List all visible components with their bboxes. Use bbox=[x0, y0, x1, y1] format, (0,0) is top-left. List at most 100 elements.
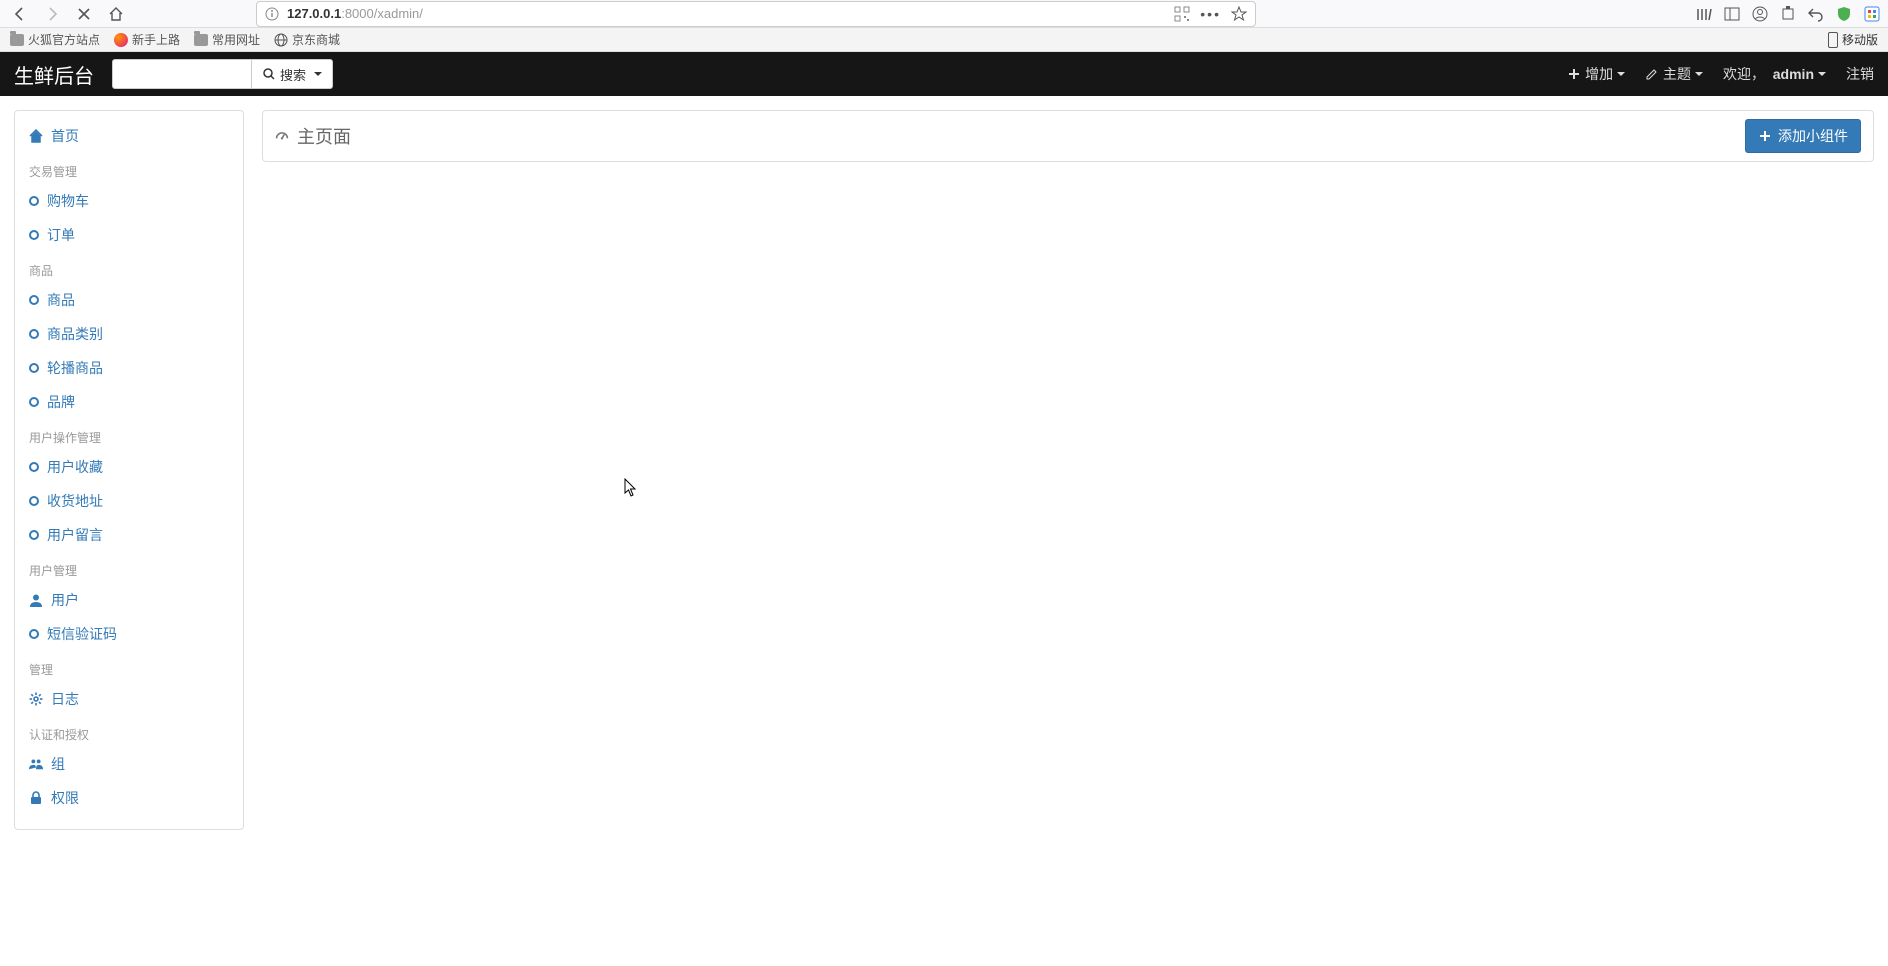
sidebar-item-label: 短信验证码 bbox=[47, 624, 117, 644]
bookmark-bar: 火狐官方站点 新手上路 常用网址 京东商城 移动版 bbox=[0, 28, 1888, 52]
sidebar-item[interactable]: 权限 bbox=[15, 781, 243, 815]
qr-icon[interactable] bbox=[1174, 6, 1190, 22]
nav-theme[interactable]: 主题 bbox=[1645, 64, 1703, 84]
sidebar-item-label: 商品 bbox=[47, 290, 75, 310]
dashboard-icon bbox=[275, 129, 289, 143]
sidebar-item-label: 用户 bbox=[51, 590, 79, 610]
url-text: 127.0.0.1:8000/xadmin/ bbox=[287, 6, 423, 21]
more-icon[interactable]: ••• bbox=[1200, 6, 1221, 22]
mobile-icon bbox=[1828, 32, 1838, 48]
circle-icon bbox=[29, 397, 39, 407]
firefox-icon bbox=[114, 33, 128, 47]
search-group: 搜索 bbox=[112, 59, 333, 89]
group-icon bbox=[29, 757, 43, 771]
panel-header: 主页面 添加小组件 bbox=[262, 110, 1874, 162]
account-icon[interactable] bbox=[1752, 6, 1768, 22]
sidebar-item-label: 品牌 bbox=[47, 392, 75, 412]
nav-right: 增加 主题 欢迎， admin 注销 bbox=[1567, 64, 1874, 84]
globe-icon bbox=[274, 33, 288, 47]
sidebar-item[interactable]: 组 bbox=[15, 747, 243, 781]
sidebar: 首页 交易管理购物车订单商品商品商品类别轮播商品品牌用户操作管理用户收藏收货地址… bbox=[14, 110, 244, 830]
sidebar-home[interactable]: 首页 bbox=[15, 119, 243, 153]
sidebar-item-label: 收货地址 bbox=[47, 491, 103, 511]
folder-icon bbox=[10, 34, 24, 46]
undo-icon[interactable] bbox=[1808, 6, 1824, 22]
sidebar-item[interactable]: 商品类别 bbox=[15, 317, 243, 351]
sidebar-item[interactable]: 购物车 bbox=[15, 184, 243, 218]
sidebar-item[interactable]: 日志 bbox=[15, 682, 243, 716]
sidebar-heading: 用户操作管理 bbox=[15, 419, 243, 450]
sidebar-item[interactable]: 用户 bbox=[15, 583, 243, 617]
info-icon bbox=[265, 7, 279, 21]
shield-icon[interactable] bbox=[1836, 6, 1852, 22]
gear-icon bbox=[29, 692, 43, 706]
sidebar-item[interactable]: 订单 bbox=[15, 218, 243, 252]
sidebar-item[interactable]: 收货地址 bbox=[15, 484, 243, 518]
sidebar-item-label: 轮播商品 bbox=[47, 358, 103, 378]
sidebar-item-label: 日志 bbox=[51, 689, 79, 709]
sidebar-toggle-icon[interactable] bbox=[1724, 6, 1740, 22]
sidebar-item-label: 用户留言 bbox=[47, 525, 103, 545]
bookmark-firefox-official[interactable]: 火狐官方站点 bbox=[10, 31, 100, 48]
page-title: 主页面 bbox=[297, 123, 351, 149]
toolbar-right bbox=[1696, 6, 1880, 22]
circle-icon bbox=[29, 230, 39, 240]
address-bar[interactable]: 127.0.0.1:8000/xadmin/ ••• bbox=[256, 1, 1256, 27]
search-button[interactable]: 搜索 bbox=[252, 59, 333, 89]
library-icon[interactable] bbox=[1696, 6, 1712, 22]
circle-icon bbox=[29, 363, 39, 373]
sidebar-item[interactable]: 品牌 bbox=[15, 385, 243, 419]
back-icon[interactable] bbox=[8, 2, 32, 26]
page: 首页 交易管理购物车订单商品商品商品类别轮播商品品牌用户操作管理用户收藏收货地址… bbox=[0, 96, 1888, 844]
bookmark-jd[interactable]: 京东商城 bbox=[274, 31, 340, 48]
add-widget-button[interactable]: 添加小组件 bbox=[1745, 119, 1861, 153]
folder-icon bbox=[194, 34, 208, 46]
sidebar-home-label: 首页 bbox=[51, 126, 79, 146]
nav-logout[interactable]: 注销 bbox=[1846, 64, 1874, 84]
nav-add[interactable]: 增加 bbox=[1567, 64, 1625, 84]
sidebar-heading: 用户管理 bbox=[15, 552, 243, 583]
search-button-label: 搜索 bbox=[280, 65, 306, 84]
search-input[interactable] bbox=[112, 59, 252, 89]
plus-icon bbox=[1758, 129, 1772, 143]
sidebar-heading: 交易管理 bbox=[15, 153, 243, 184]
sidebar-item-label: 用户收藏 bbox=[47, 457, 103, 477]
sidebar-item-label: 购物车 bbox=[47, 191, 89, 211]
sidebar-item[interactable]: 商品 bbox=[15, 283, 243, 317]
sidebar-heading: 商品 bbox=[15, 252, 243, 283]
user-icon bbox=[29, 593, 43, 607]
nav-welcome[interactable]: 欢迎， admin bbox=[1723, 64, 1826, 84]
sidebar-item[interactable]: 用户留言 bbox=[15, 518, 243, 552]
search-icon bbox=[262, 67, 276, 81]
forward-icon[interactable] bbox=[40, 2, 64, 26]
nav-theme-label: 主题 bbox=[1663, 64, 1691, 84]
addon-icon[interactable] bbox=[1864, 6, 1880, 22]
star-icon[interactable] bbox=[1231, 6, 1247, 22]
welcome-prefix: 欢迎， bbox=[1723, 64, 1765, 84]
chevron-down-icon bbox=[314, 72, 322, 76]
circle-icon bbox=[29, 196, 39, 206]
bookmark-mobile-edition[interactable]: 移动版 bbox=[1828, 31, 1878, 48]
circle-icon bbox=[29, 462, 39, 472]
home-icon[interactable] bbox=[104, 2, 128, 26]
sidebar-heading: 认证和授权 bbox=[15, 716, 243, 747]
sidebar-heading: 管理 bbox=[15, 651, 243, 682]
extension-icon[interactable] bbox=[1780, 6, 1796, 22]
sidebar-item[interactable]: 用户收藏 bbox=[15, 450, 243, 484]
stop-icon[interactable] bbox=[72, 2, 96, 26]
add-widget-label: 添加小组件 bbox=[1778, 126, 1848, 146]
bookmark-new-user[interactable]: 新手上路 bbox=[114, 31, 180, 48]
home-icon bbox=[29, 129, 43, 143]
app-navbar: 生鲜后台 搜索 增加 主题 欢迎， admin 注销 bbox=[0, 52, 1888, 96]
sidebar-item-label: 组 bbox=[51, 754, 65, 774]
sidebar-item[interactable]: 轮播商品 bbox=[15, 351, 243, 385]
circle-icon bbox=[29, 530, 39, 540]
sidebar-item-label: 订单 bbox=[47, 225, 75, 245]
sidebar-item-label: 商品类别 bbox=[47, 324, 103, 344]
bookmark-common-urls[interactable]: 常用网址 bbox=[194, 31, 260, 48]
browser-toolbar: 127.0.0.1:8000/xadmin/ ••• bbox=[0, 0, 1888, 28]
circle-icon bbox=[29, 629, 39, 639]
circle-icon bbox=[29, 496, 39, 506]
brand[interactable]: 生鲜后台 bbox=[14, 60, 94, 89]
sidebar-item[interactable]: 短信验证码 bbox=[15, 617, 243, 651]
